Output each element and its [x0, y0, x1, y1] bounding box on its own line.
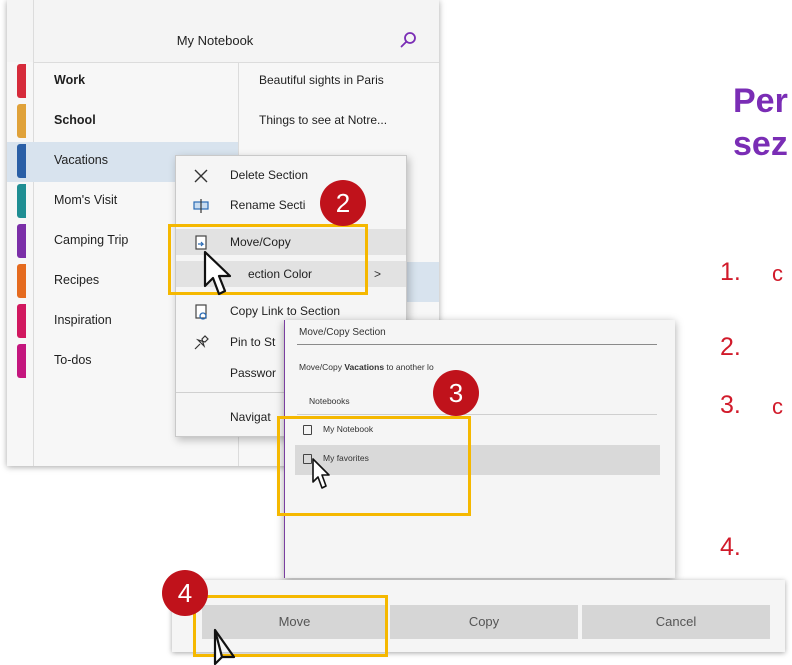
section-color-tab	[17, 264, 26, 298]
menu-item-label: Delete Section	[230, 168, 309, 182]
mouse-cursor-icon	[312, 458, 330, 489]
section-color-tab	[17, 184, 26, 218]
section-color-tab	[17, 344, 26, 378]
section-color-tab	[17, 104, 26, 138]
section-color-tab	[17, 304, 26, 338]
divider	[297, 414, 657, 415]
section-color-tab	[17, 144, 26, 178]
step-number: 1.	[720, 258, 741, 286]
step-text: c	[772, 261, 783, 286]
step-text: c	[772, 394, 783, 419]
page-item[interactable]: Beautiful sights in Paris	[239, 62, 439, 102]
section-name: Vacations	[344, 362, 385, 372]
copy-button[interactable]: Copy	[390, 605, 578, 639]
menu-item-label: Passwor	[230, 366, 277, 380]
step-number: 2.	[720, 333, 741, 361]
cancel-button[interactable]: Cancel	[582, 605, 770, 639]
section-item-school[interactable]: School	[7, 102, 238, 142]
mouse-cursor-icon	[203, 250, 232, 296]
menu-item-delete-section[interactable]: Delete Section	[176, 162, 406, 188]
section-label: Inspiration	[54, 313, 112, 327]
step-badge-2: 2	[320, 180, 366, 226]
mouse-cursor-icon	[213, 628, 236, 665]
highlight-my-favorites	[277, 416, 471, 516]
section-color-tab	[17, 64, 26, 98]
chevron-right-icon: >	[374, 267, 382, 281]
pin-icon	[194, 335, 209, 350]
rename-icon	[193, 199, 209, 213]
step-badge-3: 3	[433, 370, 479, 416]
slide-heading-line2: sez	[733, 125, 788, 163]
section-label: Recipes	[54, 273, 100, 287]
menu-item-label: Pin to St	[230, 335, 276, 349]
menu-item-label: Navigat	[230, 410, 271, 424]
section-item-work[interactable]: Work	[7, 62, 238, 102]
menu-item-label: Rename Secti	[230, 198, 306, 212]
copy-link-icon	[195, 304, 207, 320]
page-item[interactable]: Things to see at Notre...	[239, 102, 439, 142]
section-label: School	[54, 113, 96, 127]
notebooks-header: Notebooks	[309, 396, 350, 406]
description-text: to another lo	[384, 362, 434, 372]
step-number: 3.	[720, 391, 741, 419]
close-icon	[194, 169, 208, 183]
description-text: Move/Copy	[299, 362, 345, 372]
notebook-header: My Notebook	[7, 0, 439, 62]
dialog-description: Move/Copy Vacations to another lo	[299, 362, 434, 372]
slide-heading-line1: Per	[733, 82, 788, 120]
search-icon[interactable]	[399, 31, 417, 49]
section-label: Camping Trip	[54, 233, 129, 247]
divider	[297, 344, 657, 345]
section-label: To-dos	[54, 353, 92, 367]
dialog-title: Move/Copy Section	[299, 327, 386, 338]
highlight-move-copy	[168, 224, 368, 295]
notebook-title[interactable]: My Notebook	[135, 33, 295, 48]
section-label: Work	[54, 73, 86, 87]
section-color-tab	[17, 224, 26, 258]
section-label: Vacations	[54, 153, 108, 167]
step-badge-4: 4	[162, 570, 208, 616]
menu-item-rename-section[interactable]: Rename Secti	[176, 192, 406, 218]
step-number: 4.	[720, 533, 741, 561]
section-label: Mom's Visit	[54, 193, 118, 207]
